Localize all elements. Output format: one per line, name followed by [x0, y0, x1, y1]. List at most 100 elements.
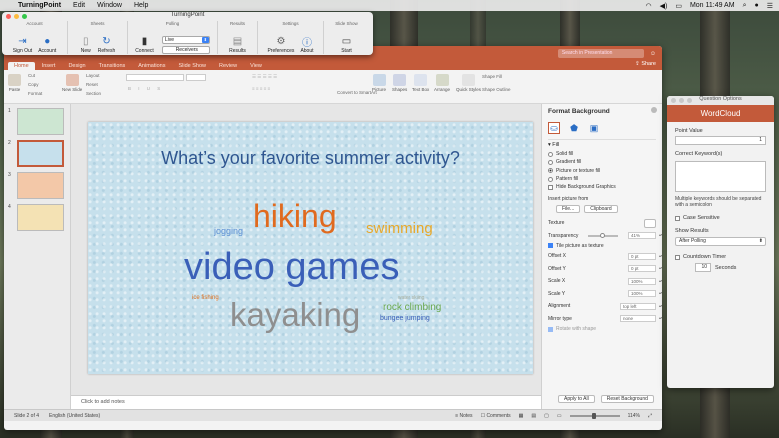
notes-button[interactable]: ≡ Notes — [455, 413, 472, 419]
tab-home[interactable]: Home — [8, 62, 35, 70]
reset-button[interactable]: Reset — [86, 82, 98, 87]
tile-checkbox[interactable]: Tile picture as texture — [548, 242, 656, 250]
menubar-clock[interactable]: Mon 11:49 AM — [690, 2, 735, 9]
slide-thumb-1[interactable] — [17, 108, 64, 135]
word-hiking[interactable]: hiking — [253, 198, 337, 235]
file-button[interactable]: File... — [556, 204, 581, 213]
point-value-input[interactable]: 1 — [675, 136, 766, 145]
minimize-window-icon[interactable] — [679, 98, 684, 103]
font-size-field[interactable] — [186, 74, 206, 81]
font-style-buttons[interactable]: B I U S — [126, 86, 206, 93]
word-swimming[interactable]: swimming — [366, 220, 433, 237]
reset-background-button[interactable]: Reset Background — [600, 395, 654, 403]
tab-transitions[interactable]: Transitions — [93, 62, 132, 70]
share-button[interactable]: ⇪ Share — [635, 61, 656, 67]
smiley-icon[interactable]: ☺ — [650, 51, 656, 57]
format-painter-button[interactable]: Format — [28, 91, 42, 96]
tab-view[interactable]: View — [244, 62, 268, 70]
search-input[interactable]: Search in Presentation — [557, 49, 644, 58]
tab-slide-show[interactable]: Slide Show — [172, 62, 212, 70]
arrange-button[interactable]: Arrange — [434, 74, 450, 92]
section-button[interactable]: Section — [86, 91, 101, 96]
shapes-button[interactable]: Shapes — [392, 74, 407, 92]
start-button[interactable]: ▭ Start — [341, 35, 353, 55]
minimize-window-icon[interactable] — [14, 14, 19, 19]
preferences-button[interactable]: ⚙ Preferences — [267, 35, 294, 55]
paint-bucket-icon[interactable]: ⛀ — [548, 122, 560, 134]
paste-button[interactable]: Paste — [8, 74, 21, 92]
option-gradient-fill[interactable]: Gradient fill — [548, 158, 656, 166]
menu-window[interactable]: Window — [97, 2, 122, 9]
wifi-icon[interactable]: ◠ — [645, 2, 651, 10]
word-jogging[interactable]: jogging — [214, 226, 243, 236]
refresh-button[interactable]: ↻ Refresh — [98, 35, 116, 55]
hide-background-checkbox[interactable]: Hide Background Graphics — [548, 183, 656, 191]
new-button[interactable]: ▯ New — [80, 35, 92, 55]
paragraph-buttons[interactable]: ☰ ☰ ☰ ☰ ☰ — [250, 74, 330, 81]
new-slide-button[interactable]: New Slide — [62, 74, 82, 92]
word-water-skiing[interactable]: water skiing — [398, 295, 424, 301]
quick-styles-button[interactable]: Quick Styles — [456, 74, 481, 92]
zoom-level[interactable]: 114% — [628, 413, 640, 419]
convert-smartart-button[interactable]: Convert to SmartArt — [337, 90, 377, 95]
countdown-timer-checkbox[interactable]: Countdown Timer — [675, 254, 766, 260]
language-indicator[interactable]: English (United States) — [49, 413, 100, 419]
image-icon[interactable]: ▣ — [588, 122, 600, 134]
clipboard-button[interactable]: Clipboard — [584, 204, 618, 213]
notes-area[interactable]: Click to add notes — [71, 395, 541, 409]
tab-animations[interactable]: Animations — [132, 62, 171, 70]
close-window-icon[interactable] — [6, 14, 11, 19]
slideshow-view-icon[interactable]: ▭ — [557, 413, 562, 419]
slide-thumb-3[interactable] — [17, 172, 64, 199]
offset-x-field[interactable]: 0 pt — [628, 252, 662, 260]
word-bungee-jumping[interactable]: bungee jumping — [380, 315, 430, 322]
normal-view-icon[interactable]: ▦ — [519, 413, 524, 419]
volume-icon[interactable]: ◀︎) — [660, 2, 668, 10]
polling-mode-select[interactable]: Live ⬍ — [161, 36, 210, 44]
zoom-slider[interactable] — [569, 412, 620, 419]
texture-picker[interactable] — [644, 218, 656, 228]
cut-button[interactable]: Cut — [28, 73, 35, 78]
menu-list-icon[interactable]: ☰ — [767, 2, 773, 10]
reading-view-icon[interactable]: ▢ — [544, 413, 549, 419]
mirror-select[interactable]: none — [620, 315, 662, 323]
alignment-buttons[interactable]: ≡ ≡ ≡ ≡ ≡ — [250, 86, 330, 93]
tab-design[interactable]: Design — [62, 62, 91, 70]
battery-icon[interactable]: ▭ — [675, 2, 682, 10]
connect-button[interactable]: ▮ Connect — [135, 35, 154, 55]
copy-button[interactable]: Copy — [28, 82, 39, 87]
account-button[interactable]: ● Account — [38, 35, 56, 55]
zoom-window-icon[interactable] — [687, 98, 692, 103]
case-sensitive-checkbox[interactable]: Case Sensitive — [675, 215, 766, 221]
option-picture-fill[interactable]: Picture or texture fill — [548, 167, 656, 175]
picture-button[interactable]: Picture — [372, 74, 386, 92]
layout-button[interactable]: Layout — [86, 73, 100, 78]
option-pattern-fill[interactable]: Pattern fill — [548, 175, 656, 183]
shape-outline-button[interactable]: Shape Outline — [482, 87, 511, 92]
text-box-button[interactable]: Text Box — [412, 74, 429, 92]
results-button[interactable]: ▤ Results — [229, 35, 246, 55]
correct-keywords-input[interactable] — [675, 161, 766, 192]
zoom-window-icon[interactable] — [22, 14, 27, 19]
receivers-button[interactable]: Receivers — [161, 46, 210, 54]
scale-x-field[interactable]: 100% — [628, 277, 662, 285]
fill-section-header[interactable]: ▾ Fill — [548, 139, 656, 150]
pentagon-icon[interactable]: ⬟ — [568, 122, 580, 134]
transparency-slider[interactable] — [588, 232, 619, 238]
close-icon[interactable] — [651, 107, 657, 113]
rotate-checkbox[interactable]: Rotate with shape — [548, 325, 656, 333]
transparency-field[interactable]: 41% — [627, 232, 662, 240]
font-name-field[interactable] — [126, 74, 184, 81]
close-window-icon[interactable] — [671, 98, 676, 103]
menu-edit[interactable]: Edit — [73, 2, 85, 9]
option-solid-fill[interactable]: Solid fill — [548, 150, 656, 158]
word-video-games[interactable]: video games — [184, 246, 399, 289]
about-button[interactable]: ⓘ About — [300, 35, 313, 55]
user-icon[interactable]: ● — [754, 2, 758, 9]
word-kayaking[interactable]: kayaking — [230, 296, 360, 334]
scale-y-field[interactable]: 100% — [628, 290, 662, 298]
sorter-view-icon[interactable]: ▤ — [531, 413, 536, 419]
tab-review[interactable]: Review — [213, 62, 243, 70]
show-results-select[interactable]: After Polling — [675, 237, 766, 246]
slide-thumb-2[interactable] — [17, 140, 64, 167]
